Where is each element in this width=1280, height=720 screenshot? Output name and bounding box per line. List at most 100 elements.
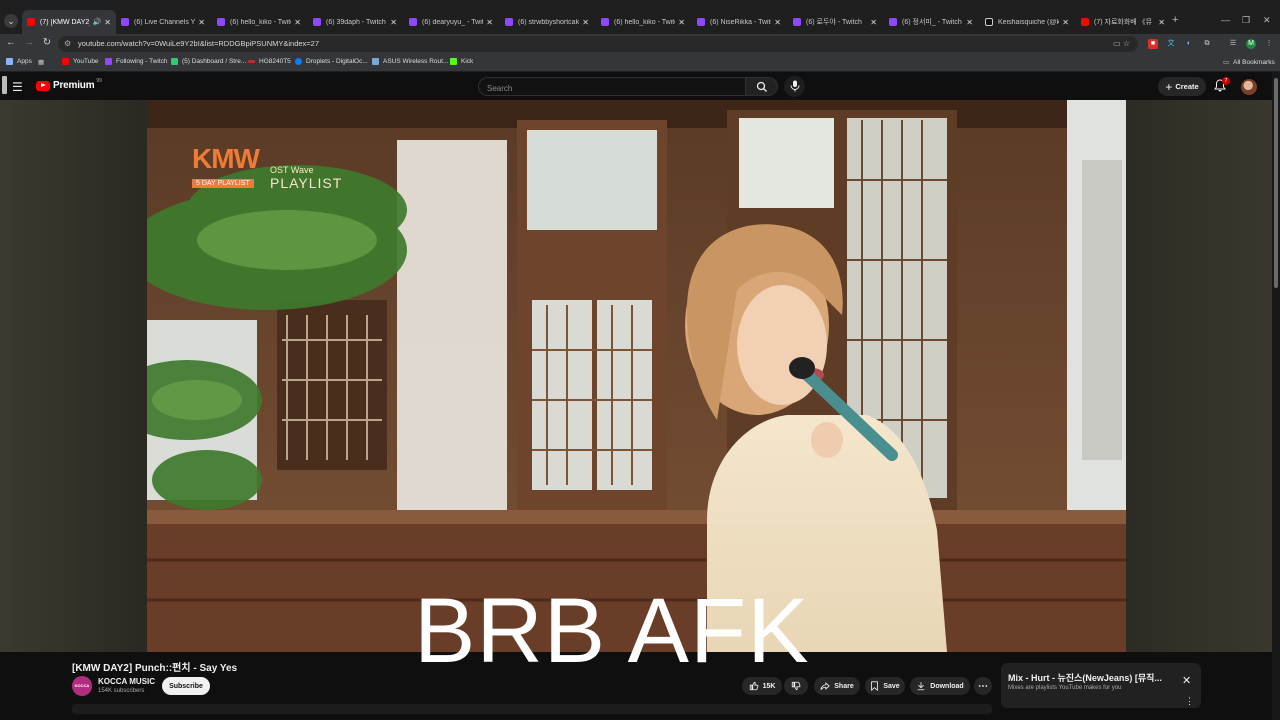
tab-close-icon[interactable]: ✕ (582, 18, 589, 27)
tab-youtube-korean[interactable]: (7) 자료화화배 《뮤 ✕ (1076, 12, 1170, 32)
tab-label: (6) 로두야 - Twitch (806, 19, 862, 26)
tab-keishaisquiche[interactable]: Keishaisquiche (@kei ✕ (980, 12, 1074, 32)
search-icon (756, 81, 767, 92)
tab-close-icon[interactable]: ✕ (486, 18, 493, 27)
bookmark-star-icon[interactable]: ▭ ☆ (1113, 39, 1130, 48)
create-button[interactable]: + Create (1158, 77, 1206, 96)
forward-arrow-icon[interactable]: → (22, 37, 36, 48)
search-box[interactable] (478, 77, 746, 97)
tab-close-icon[interactable]: ✕ (966, 18, 973, 27)
mix-title[interactable]: Mix - Hurt - 뉴진스(NewJeans) [뮤직... (1008, 671, 1173, 684)
extension-translate-icon[interactable]: 文 (1166, 39, 1176, 49)
address-url[interactable]: youtube.com/watch?v=0WuiLe9Y2bI&list=RDD… (78, 39, 319, 48)
tab-close-icon[interactable]: ✕ (1062, 18, 1069, 27)
tab-close-icon[interactable]: ✕ (198, 18, 205, 27)
download-button[interactable]: Download (910, 677, 970, 695)
subscribe-button[interactable]: Subscribe (162, 677, 210, 695)
address-bar[interactable]: ⚙ youtube.com/watch?v=0WuiLe9Y2bI&list=R… (58, 36, 1138, 52)
extension-shield-icon[interactable]: ◐ (1184, 39, 1194, 49)
hamburger-menu-icon[interactable]: ☰ (12, 80, 23, 94)
close-icon[interactable]: ✕ (1182, 674, 1191, 687)
bookmark-dashboard[interactable]: (5) Dashboard / Stre... (171, 58, 246, 65)
bookmark-all[interactable]: ▭ All Bookmarks (1223, 58, 1275, 67)
sidebar-panel-icon[interactable]: ☰ (1228, 39, 1238, 49)
tab-39daph[interactable]: (6) 39daph - Twitch ✕ (308, 12, 402, 32)
window-close-icon[interactable]: ✕ (1263, 15, 1271, 26)
kmw-ost-logo: KMW OST Wave 5 DAY PLAYLIST PLAYLIST (192, 143, 341, 191)
tab-korean-streamer-2[interactable]: (6) 정서미_ - Twitch ✕ (884, 12, 978, 32)
apps-grid-icon (6, 58, 13, 65)
minimize-icon[interactable]: — (1221, 15, 1230, 25)
tab-kmw-day2[interactable]: (7) [KMW DAY2] P 🔊 ✕ (22, 10, 116, 34)
profile-avatar-icon[interactable]: M (1246, 39, 1256, 49)
tab-korean-streamer-1[interactable]: (6) 로두야 - Twitch ✕ (788, 12, 882, 32)
extensions-puzzle-icon[interactable]: ⧉ (1202, 39, 1212, 49)
tab-dearyuyu[interactable]: (6) dearyuyu_ - Twitch ✕ (404, 12, 498, 32)
tab-close-icon[interactable]: ✕ (870, 18, 877, 27)
share-button[interactable]: Share (814, 677, 860, 695)
account-avatar[interactable] (1241, 79, 1257, 95)
mix-playlist-panel[interactable]: Mix - Hurt - 뉴진스(NewJeans) [뮤직... Mixes … (1001, 663, 1201, 708)
twitch-favicon-icon (889, 18, 897, 26)
description-box[interactable] (72, 704, 992, 714)
tab-label: (6) hello_kiko - Twitch (614, 18, 676, 26)
bookmark-apps[interactable]: Apps (6, 58, 32, 65)
digitalocean-icon (295, 58, 302, 65)
bookmark-following-twitch[interactable]: Following - Twitch (105, 58, 168, 65)
tab-hello-kiko-2[interactable]: (6) hello_kiko - Twitch ✕ (596, 12, 690, 32)
bookmark-hg8240t5[interactable]: HG8240T5 (248, 58, 291, 65)
speaker-icon[interactable]: 🔊 (93, 18, 102, 26)
scrollbar-thumb[interactable] (1274, 78, 1278, 288)
youtube-favicon-icon (27, 18, 35, 26)
voice-search-button[interactable] (784, 76, 805, 97)
grid-icon: ▦ (38, 59, 45, 66)
reload-icon[interactable]: ↻ (40, 37, 54, 48)
tab-niserikka[interactable]: (6) NiseRikka - Twitch ✕ (692, 12, 786, 32)
more-actions-icon[interactable]: ⋯ (974, 677, 992, 695)
ost-wave-text: OST Wave (270, 165, 314, 175)
youtube-premium-logo[interactable]: Premium 99 (36, 77, 102, 91)
tab-close-icon[interactable]: ✕ (774, 18, 781, 27)
restore-icon[interactable]: ❐ (1242, 15, 1250, 26)
tab-label: (6) strwbbyshortcake (518, 18, 580, 26)
bookmark-label: ASUS Wireless Rout... (383, 58, 449, 65)
notification-badge: 7 (1222, 77, 1230, 85)
channel-avatar[interactable]: KOCCA MUSIC (72, 676, 92, 708)
bookmark-grid[interactable]: ▦ (38, 58, 44, 66)
site-info-icon[interactable]: ⚙ (64, 39, 71, 48)
logo-country-code: 99 (96, 77, 102, 84)
tab-close-icon[interactable]: ✕ (678, 18, 685, 27)
save-button[interactable]: Save (865, 677, 905, 695)
tab-close-icon[interactable]: ✕ (390, 18, 397, 27)
bookmark-youtube[interactable]: YouTube (62, 58, 99, 65)
tab-label: (6) hello_kiko - Twitch (230, 18, 292, 26)
bookmark-droplets[interactable]: Droplets - DigitalOc... (295, 58, 368, 65)
router-icon (248, 60, 255, 63)
search-button[interactable] (746, 77, 778, 96)
bookmark-kick[interactable]: Kick (450, 58, 473, 65)
tab-hello-kiko[interactable]: (6) hello_kiko - Twitch ✕ (212, 12, 306, 32)
tab-search-chevron-icon[interactable]: ⌄ (4, 14, 18, 28)
channel-name[interactable]: KOCCA MUSIC (98, 677, 155, 686)
tab-strwbbyshortcake[interactable]: (6) strwbbyshortcake ✕ (500, 12, 594, 32)
tab-close-icon[interactable]: ✕ (104, 18, 111, 27)
tab-label: (7) [KMW DAY2] P (40, 18, 90, 26)
download-icon (917, 682, 925, 691)
tab-close-icon[interactable]: ✕ (1158, 18, 1165, 27)
tab-live-channels[interactable]: (6) Live Channels You F ✕ (116, 12, 210, 32)
bookmark-asus[interactable]: ASUS Wireless Rout... (372, 58, 448, 65)
thumbs-up-icon (749, 681, 759, 691)
tab-label: (6) dearyuyu_ - Twitch (422, 18, 483, 26)
mix-more-icon[interactable]: ⋮ (1185, 696, 1194, 707)
browser-menu-icon[interactable]: ⋮ (1264, 39, 1274, 49)
tab-label: (6) 39daph - Twitch (326, 18, 386, 26)
search-input[interactable] (479, 80, 745, 97)
new-tab-plus-icon[interactable]: + (1172, 14, 1178, 26)
back-arrow-icon[interactable]: ← (4, 37, 18, 48)
extension-red-icon[interactable]: ■ (1148, 39, 1158, 49)
bookmark-label: Kick (461, 58, 474, 65)
side-scroll-handle[interactable] (2, 76, 7, 94)
tab-close-icon[interactable]: ✕ (294, 18, 301, 27)
download-label: Download (930, 682, 964, 690)
page-scrollbar[interactable] (1272, 72, 1280, 720)
